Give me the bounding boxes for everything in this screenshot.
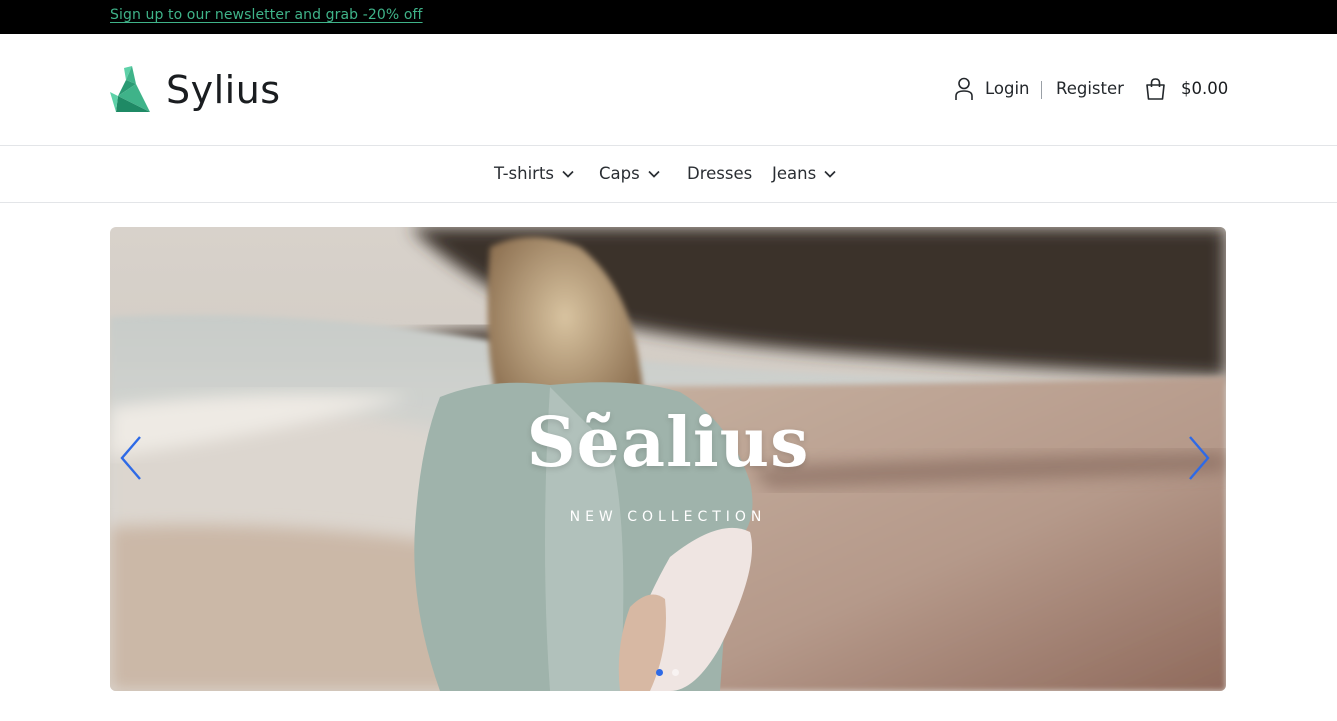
nav-item-label: T-shirts: [494, 164, 555, 183]
sylius-swan-icon: [110, 66, 150, 112]
shopping-bag-icon[interactable]: [1145, 78, 1166, 100]
carousel-indicators: [656, 669, 679, 676]
brand-name: Sylius: [166, 68, 281, 112]
nav-item-t-shirts[interactable]: T-shirts: [494, 164, 574, 183]
main-navigation: T-shirts Caps Dresses Jeans: [0, 146, 1337, 203]
hero-title: Sẽalius: [526, 403, 810, 483]
chevron-down-icon: [824, 170, 836, 178]
hero-subtitle: NEW COLLECTION: [569, 509, 767, 525]
nav-item-caps[interactable]: Caps: [599, 164, 660, 183]
nav-item-label: Jeans: [772, 164, 817, 183]
newsletter-link[interactable]: Sign up to our newsletter and grab -20% …: [110, 7, 423, 23]
carousel-dot-1[interactable]: [656, 669, 663, 676]
chevron-down-icon: [648, 170, 660, 178]
account-divider: [1041, 81, 1042, 99]
register-link[interactable]: Register: [1056, 79, 1124, 98]
nav-item-jeans[interactable]: Jeans: [772, 164, 836, 183]
cart-total[interactable]: $0.00: [1181, 79, 1228, 98]
hero-carousel[interactable]: Sẽalius NEW COLLECTION: [110, 227, 1226, 691]
site-header: Sylius Login Register $0.00: [0, 34, 1337, 146]
nav-item-dresses[interactable]: Dresses: [687, 164, 752, 183]
carousel-dot-2[interactable]: [672, 669, 679, 676]
nav-item-label: Caps: [599, 164, 640, 183]
announcement-bar: Sign up to our newsletter and grab -20% …: [0, 0, 1337, 34]
site-logo[interactable]: Sylius: [110, 66, 281, 114]
user-icon[interactable]: [955, 77, 973, 101]
chevron-right-icon[interactable]: [1186, 435, 1212, 481]
login-link[interactable]: Login: [985, 79, 1030, 98]
chevron-down-icon: [562, 170, 574, 178]
nav-item-label: Dresses: [687, 164, 753, 183]
chevron-left-icon[interactable]: [118, 435, 144, 481]
